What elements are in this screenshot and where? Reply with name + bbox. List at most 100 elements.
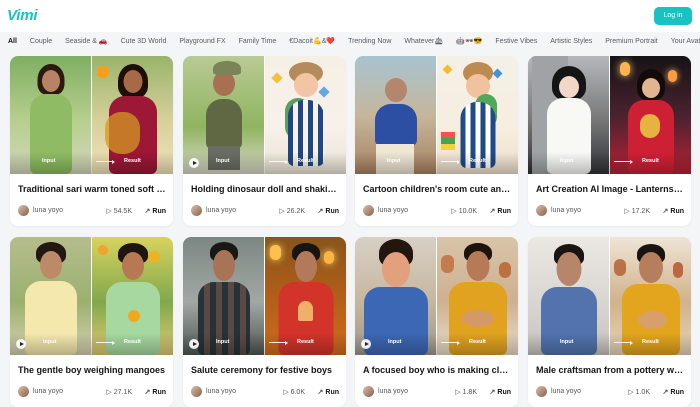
card-title[interactable]: A focused boy who is making clay ... bbox=[363, 365, 511, 375]
template-card[interactable]: Input Result Salute ceremony for festive… bbox=[183, 237, 346, 407]
face-shape bbox=[39, 251, 62, 279]
flower-shape bbox=[97, 66, 109, 78]
author-name[interactable]: luna yoyo bbox=[33, 207, 63, 214]
author-avatar[interactable] bbox=[18, 386, 29, 397]
gold-border-shape bbox=[105, 112, 140, 154]
card-title[interactable]: The gentle boy weighing mangoes bbox=[18, 365, 166, 375]
result-label: Result bbox=[297, 339, 314, 345]
input-label: Input bbox=[387, 158, 401, 164]
template-card[interactable]: Input Result Traditional sari warm toned… bbox=[10, 56, 173, 226]
template-preview[interactable]: Input Result bbox=[10, 56, 173, 174]
card-meta: luna yoyo ▷ 6.0K ↗ Run bbox=[191, 386, 339, 398]
face-shape bbox=[123, 70, 142, 93]
run-button[interactable]: ↗ Run bbox=[490, 388, 511, 396]
folded-hands-shape bbox=[298, 301, 313, 321]
view-count: ▷ 54.5K bbox=[106, 208, 132, 215]
author-avatar[interactable] bbox=[536, 205, 547, 216]
view-count: ▷ 26.2K bbox=[279, 208, 305, 215]
image-shadow bbox=[355, 152, 518, 174]
author-avatar[interactable] bbox=[363, 205, 374, 216]
author-avatar[interactable] bbox=[191, 386, 202, 397]
clay-pot-shape bbox=[462, 310, 494, 327]
image-shadow bbox=[528, 152, 691, 174]
template-card[interactable]: Input Result Male craftsman from a potte… bbox=[528, 237, 691, 407]
mango-icon bbox=[98, 245, 108, 255]
magic-wand-icon: ↗ bbox=[662, 389, 669, 396]
lantern-icon bbox=[324, 251, 334, 264]
card-title[interactable]: Holding dinosaur doll and shaking ... bbox=[191, 184, 339, 194]
magic-wand-icon: ↗ bbox=[144, 208, 151, 215]
author-avatar[interactable] bbox=[191, 205, 202, 216]
face-shape bbox=[121, 252, 144, 280]
card-title[interactable]: Cartoon children's room cute and f... bbox=[363, 184, 511, 194]
run-button[interactable]: ↗ Run bbox=[490, 207, 511, 215]
magic-wand-icon: ↗ bbox=[317, 208, 324, 215]
author-name[interactable]: luna yoyo bbox=[206, 207, 236, 214]
author-avatar[interactable] bbox=[18, 205, 29, 216]
toy-blocks-shape bbox=[441, 132, 455, 150]
image-shadow bbox=[10, 152, 173, 174]
face-shape bbox=[638, 252, 663, 283]
card-title[interactable]: Traditional sari warm toned soft lig... bbox=[18, 184, 166, 194]
pot-icon bbox=[441, 255, 454, 273]
input-label: Input bbox=[43, 339, 57, 345]
run-button[interactable]: ↗ Run bbox=[318, 207, 339, 215]
blue-shirt-shape bbox=[374, 104, 417, 146]
card-title[interactable]: Art Creation AI Image - Lanterns F... bbox=[536, 184, 684, 194]
image-shadow bbox=[528, 333, 691, 355]
run-button[interactable]: ↗ Run bbox=[145, 388, 166, 396]
view-count: ▷ 27.1K bbox=[106, 389, 132, 396]
play-icon[interactable] bbox=[189, 339, 199, 349]
run-button[interactable]: ↗ Run bbox=[663, 207, 684, 215]
arrow-right-icon bbox=[441, 340, 460, 345]
template-preview[interactable]: Input Result bbox=[183, 56, 346, 174]
play-icon: ▷ bbox=[451, 208, 457, 215]
magic-wand-icon: ↗ bbox=[489, 208, 496, 215]
template-card[interactable]: Input Result Holding dinosaur doll and s… bbox=[183, 56, 346, 226]
star-icon bbox=[442, 64, 453, 75]
run-button[interactable]: ↗ Run bbox=[663, 388, 684, 396]
play-icon[interactable] bbox=[189, 158, 199, 168]
result-label: Result bbox=[124, 339, 141, 345]
template-preview[interactable]: Input Result bbox=[528, 237, 691, 355]
card-meta: luna yoyo ▷ 10.0K ↗ Run bbox=[363, 205, 511, 217]
jacket-shape bbox=[205, 99, 242, 149]
template-preview[interactable]: Input Result bbox=[10, 237, 173, 355]
template-card[interactable]: Input Result A focused boy who is making… bbox=[355, 237, 518, 407]
star-icon bbox=[492, 68, 503, 79]
template-preview[interactable]: Input Result bbox=[355, 56, 518, 174]
image-shadow bbox=[355, 333, 518, 355]
template-card[interactable]: Input Result The gentle boy weighing man… bbox=[10, 237, 173, 407]
arrow-right-icon bbox=[614, 340, 633, 345]
image-shadow bbox=[183, 333, 346, 355]
run-button[interactable]: ↗ Run bbox=[318, 388, 339, 396]
template-preview[interactable]: Input Result bbox=[183, 237, 346, 355]
view-count: ▷ 17.2K bbox=[624, 208, 650, 215]
result-label: Result bbox=[642, 158, 659, 164]
author-name[interactable]: luna yoyo bbox=[551, 207, 581, 214]
mango-icon bbox=[148, 251, 160, 263]
pot-icon bbox=[614, 259, 626, 276]
input-label: Input bbox=[560, 339, 574, 345]
play-icon: ▷ bbox=[628, 389, 634, 396]
face-shape bbox=[556, 252, 581, 286]
play-icon[interactable] bbox=[361, 339, 371, 349]
play-icon: ▷ bbox=[106, 389, 112, 396]
author-name[interactable]: luna yoyo bbox=[378, 207, 408, 214]
author-avatar[interactable] bbox=[536, 386, 547, 397]
template-preview[interactable]: Input Result bbox=[355, 237, 518, 355]
card-title[interactable]: Male craftsman from a pottery wor... bbox=[536, 365, 684, 375]
input-label: Input bbox=[560, 158, 574, 164]
card-title[interactable]: Salute ceremony for festive boys bbox=[191, 365, 339, 375]
template-card[interactable]: Input Result Cartoon children's room cut… bbox=[355, 56, 518, 226]
template-grid: Input Result Traditional sari warm toned… bbox=[0, 0, 700, 407]
run-button[interactable]: ↗ Run bbox=[145, 207, 166, 215]
author-avatar[interactable] bbox=[363, 386, 374, 397]
input-label: Input bbox=[216, 158, 230, 164]
play-icon[interactable] bbox=[16, 339, 26, 349]
face-shape bbox=[294, 251, 317, 282]
template-card[interactable]: Input Result Art Creation AI Image - Lan… bbox=[528, 56, 691, 226]
face-shape bbox=[212, 250, 235, 281]
arrow-right-icon bbox=[269, 159, 288, 164]
template-preview[interactable]: Input Result bbox=[528, 56, 691, 174]
